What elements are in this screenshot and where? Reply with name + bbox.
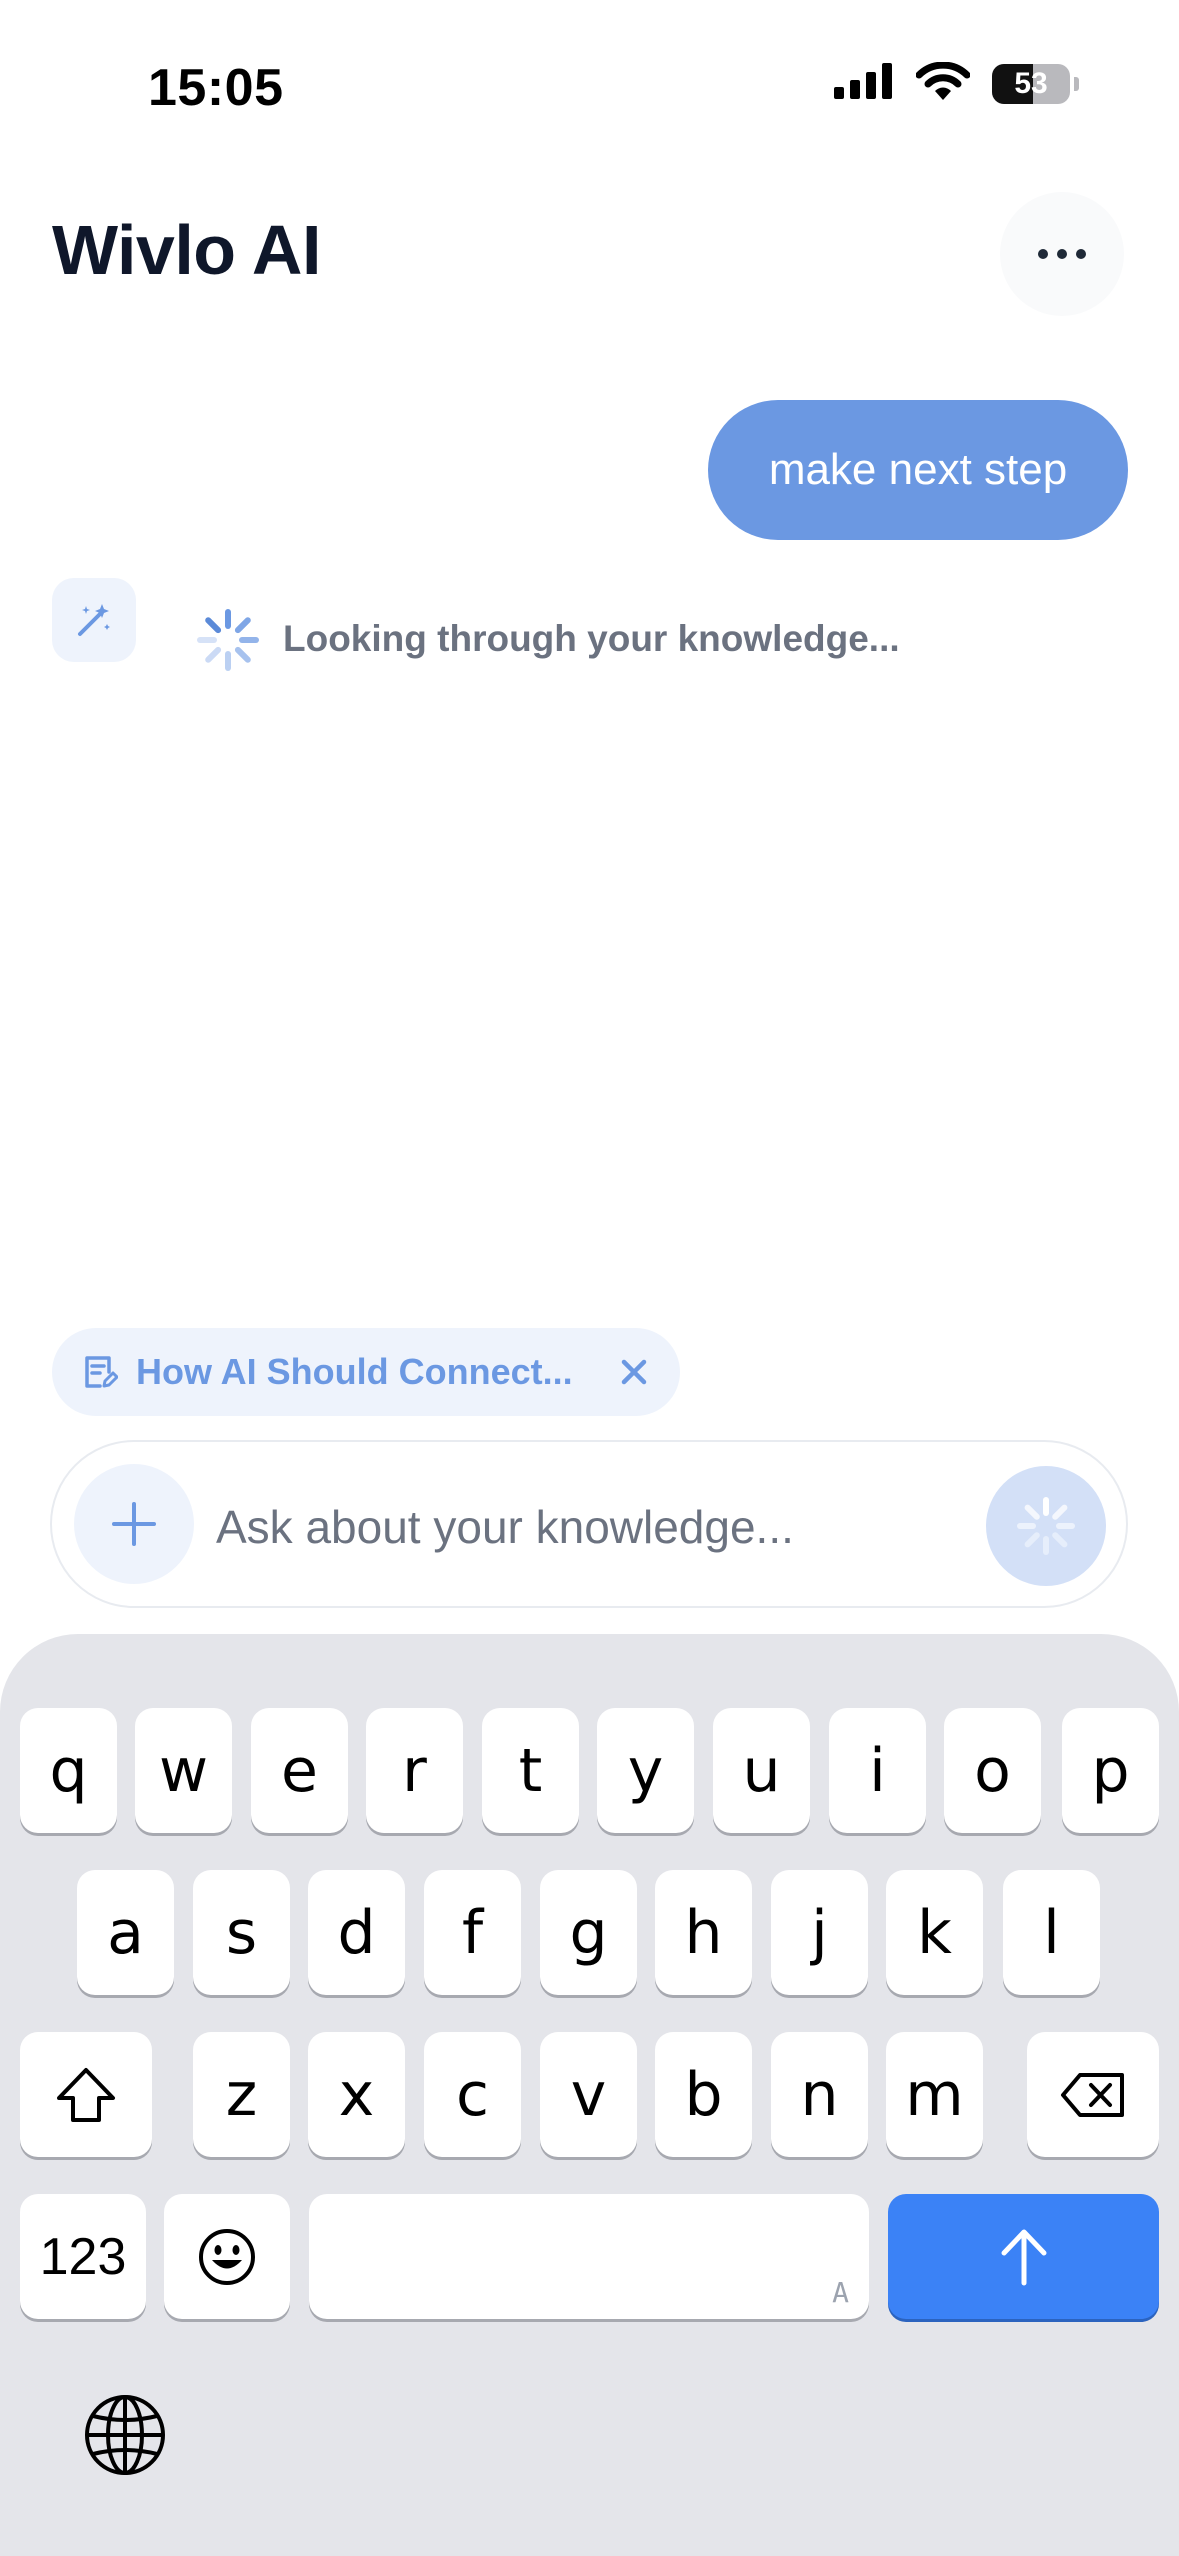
key-a[interactable]: a	[77, 1870, 174, 1995]
loading-spinner-icon	[1017, 1497, 1075, 1555]
key-g[interactable]: g	[540, 1870, 637, 1995]
numbers-key[interactable]: 123	[20, 2194, 146, 2319]
key-t[interactable]: t	[482, 1708, 579, 1833]
input-mode-hint: A	[832, 2276, 849, 2309]
more-icon	[1038, 249, 1048, 259]
key-y[interactable]: y	[597, 1708, 694, 1833]
key-d[interactable]: d	[308, 1870, 405, 1995]
shift-key[interactable]	[20, 2032, 152, 2157]
key-s[interactable]: s	[193, 1870, 290, 1995]
key-q[interactable]: q	[20, 1708, 117, 1833]
magic-wand-icon	[78, 604, 110, 636]
key-h[interactable]: h	[655, 1870, 752, 1995]
battery-icon: 53	[992, 63, 1079, 104]
key-f[interactable]: f	[424, 1870, 521, 1995]
key-b[interactable]: b	[655, 2032, 752, 2157]
add-attachment-button[interactable]	[74, 1464, 194, 1584]
key-l[interactable]: l	[1003, 1870, 1100, 1995]
cellular-signal-icon	[834, 63, 894, 104]
globe-icon[interactable]	[82, 2392, 168, 2483]
key-e[interactable]: e	[251, 1708, 348, 1833]
arrow-up-icon	[1001, 2229, 1046, 2285]
context-chip-label: How AI Should Connect...	[136, 1351, 573, 1392]
more-options-button[interactable]	[1000, 192, 1124, 316]
key-p[interactable]: p	[1062, 1708, 1159, 1833]
note-icon	[85, 1356, 118, 1388]
space-key[interactable]: A	[309, 2194, 869, 2319]
key-w[interactable]: w	[135, 1708, 232, 1833]
key-r[interactable]: r	[366, 1708, 463, 1833]
emoji-icon	[199, 2228, 255, 2285]
message-composer: Ask about your knowledge...	[50, 1440, 1128, 1608]
message-input[interactable]: Ask about your knowledge...	[216, 1500, 794, 1554]
send-button[interactable]	[986, 1466, 1106, 1586]
context-chip[interactable]: How AI Should Connect...	[52, 1328, 680, 1416]
wifi-icon	[915, 61, 971, 105]
key-n[interactable]: n	[771, 2032, 868, 2157]
status-time: 15:05	[148, 59, 284, 117]
user-message-bubble: make next step	[708, 400, 1128, 540]
backspace-icon	[1061, 2072, 1124, 2117]
page-title: Wivlo AI	[52, 211, 321, 289]
backspace-key[interactable]	[1027, 2032, 1159, 2157]
assistant-status-text: Looking through your knowledge...	[283, 618, 900, 659]
emoji-key[interactable]	[164, 2194, 290, 2319]
key-c[interactable]: c	[424, 2032, 521, 2157]
key-u[interactable]: u	[713, 1708, 810, 1833]
assistant-avatar	[52, 578, 136, 662]
user-message-text: make next step	[768, 445, 1068, 494]
close-icon[interactable]	[612, 1350, 656, 1394]
key-k[interactable]: k	[886, 1870, 983, 1995]
loading-spinner-icon	[196, 608, 260, 677]
key-j[interactable]: j	[771, 1870, 868, 1995]
key-x[interactable]: x	[308, 2032, 405, 2157]
key-z[interactable]: z	[193, 2032, 290, 2157]
shift-icon	[57, 2067, 115, 2122]
plus-icon	[112, 1502, 156, 1546]
send-key[interactable]	[888, 2194, 1159, 2319]
key-i[interactable]: i	[829, 1708, 926, 1833]
key-m[interactable]: m	[886, 2032, 983, 2157]
key-o[interactable]: o	[944, 1708, 1041, 1833]
key-v[interactable]: v	[540, 2032, 637, 2157]
battery-percent: 53	[1014, 66, 1048, 100]
status-indicators: 53	[834, 61, 1079, 105]
